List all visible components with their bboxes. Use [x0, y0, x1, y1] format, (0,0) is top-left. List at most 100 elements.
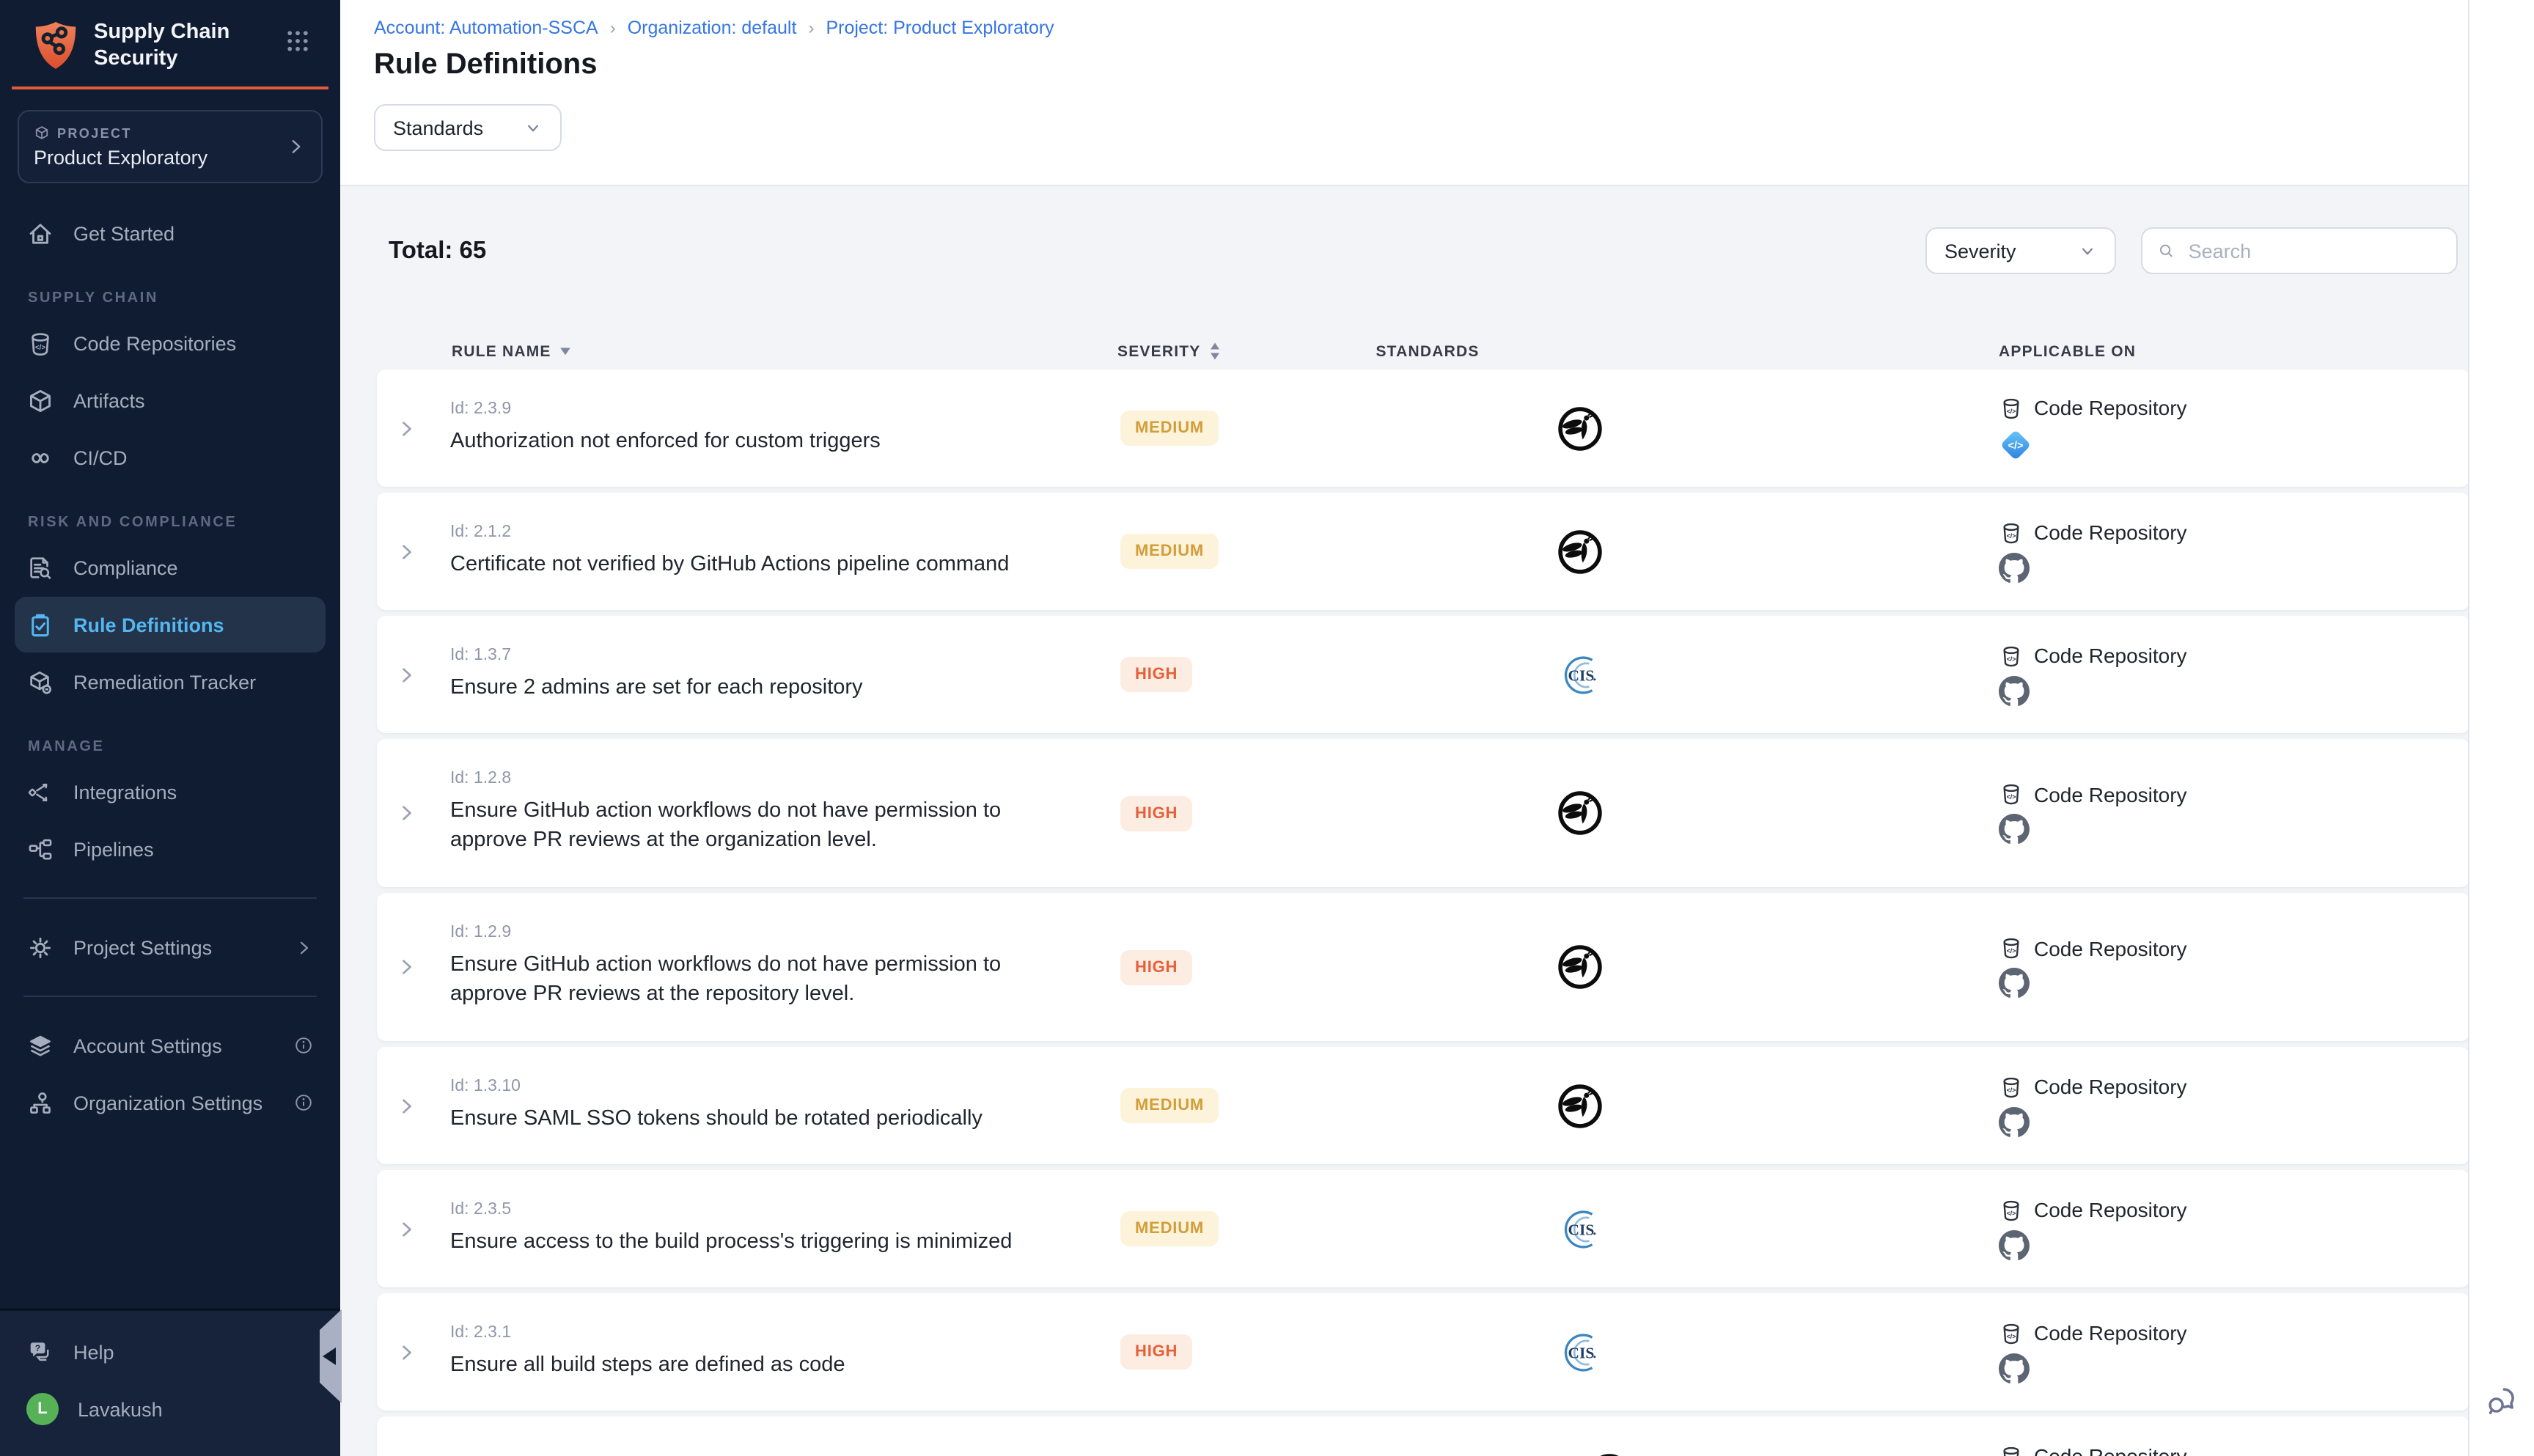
table-row[interactable]: Id: 1.3.10 Ensure SAML SSO tokens should … — [377, 1047, 2469, 1164]
box-wrench-icon — [26, 669, 54, 696]
column-applicable-on: APPLICABLE ON — [1755, 342, 2469, 360]
expand-chevron-icon[interactable] — [377, 956, 436, 978]
project-label: PROJECT — [34, 125, 286, 141]
total-count: Total: 65 — [389, 237, 486, 265]
code-repository-icon — [1999, 1197, 2024, 1222]
sidebar-item-pipelines[interactable]: Pipelines — [15, 822, 326, 878]
integrations-icon — [26, 779, 54, 806]
sidebar-item-artifacts[interactable]: Artifacts — [15, 373, 326, 429]
applicable-label: Code Repository — [2034, 782, 2187, 806]
expand-chevron-icon[interactable] — [377, 1341, 436, 1363]
cube-icon — [34, 125, 50, 141]
table-row[interactable]: Id: 1.2.9Ensure GitHub action workflows … — [377, 893, 2469, 1041]
expand-chevron-icon[interactable] — [377, 540, 436, 562]
section-label-supply-chain: SUPPLY CHAIN — [28, 291, 326, 307]
table-row[interactable]: Id: 2.3.5Ensure access to the build proc… — [377, 1170, 2469, 1287]
table-row[interactable]: Id: 1.2.8Ensure GitHub action workflows … — [377, 739, 2469, 887]
rule-name: Ensure 2 admins are set for each reposit… — [450, 674, 1060, 702]
chat-support-icon[interactable] — [2484, 1383, 2519, 1418]
page-title: Rule Definitions — [374, 48, 2446, 82]
user-name: Lavakush — [78, 1398, 163, 1420]
sidebar-item-code-repositories[interactable]: Code Repositories — [15, 316, 326, 372]
standards-dropdown[interactable]: Standards — [374, 104, 562, 151]
document-search-icon — [26, 554, 54, 582]
table-row[interactable]: Id: 2.1.2Certificate not verified by Git… — [377, 493, 2469, 610]
severity-badge: HIGH — [1120, 657, 1192, 692]
toolbar: Standards — [374, 104, 2446, 151]
sidebar-nav: Get Started SUPPLY CHAIN Code Repositori… — [0, 190, 340, 1309]
severity-badge: HIGH — [1120, 949, 1192, 985]
sidebar-item-compliance[interactable]: Compliance — [15, 540, 326, 596]
rule-id: Id: 2.3.1 — [450, 1323, 1060, 1341]
github-provider-icon — [1999, 552, 2030, 583]
sidebar-item-cicd[interactable]: CI/CD — [15, 430, 326, 486]
rule-name: Ensure SAML SSO tokens should be rotated… — [450, 1105, 1060, 1133]
sidebar-item-integrations[interactable]: Integrations — [15, 765, 326, 820]
filters: Severity — [1925, 227, 2458, 274]
table-row[interactable]: Id: 2.3.1Ensure all build steps are defi… — [377, 1293, 2469, 1411]
infinity-icon — [26, 444, 54, 472]
expand-chevron-icon[interactable] — [377, 1218, 436, 1240]
rule-name: Certificate not verified by GitHub Actio… — [450, 551, 1060, 579]
gear-icon — [26, 934, 54, 962]
sidebar-item-account-settings[interactable]: Account Settings — [15, 1018, 326, 1074]
rule-id: Id: 2.3.5 — [450, 1200, 1060, 1218]
sidebar-item-help[interactable]: ? Help — [15, 1324, 326, 1380]
table-row[interactable]: Id: 2.3.9Authorization not enforced for … — [377, 369, 2469, 487]
breadcrumb: Account: Automation-SSCA › Organization:… — [374, 18, 2446, 38]
github-provider-icon — [1999, 1229, 2030, 1260]
rule-table: Id: 2.3.9Authorization not enforced for … — [377, 369, 2469, 1456]
svg-text:?: ? — [35, 1342, 41, 1353]
breadcrumb-organization[interactable]: Organization: default — [628, 18, 797, 38]
sidebar-item-remediation-tracker[interactable]: Remediation Tracker — [15, 655, 326, 710]
expand-chevron-icon[interactable] — [377, 802, 436, 824]
breadcrumb-separator: › — [610, 18, 616, 38]
github-provider-icon — [1999, 814, 2030, 845]
table-row[interactable]: Id: 1.3.7 Ensure 2 admins are set for eac… — [377, 616, 2469, 733]
search-icon — [2157, 240, 2175, 261]
breadcrumb-account[interactable]: Account: Automation-SSCA — [374, 18, 598, 38]
harness-code-provider-icon — [1999, 427, 2032, 461]
user-menu[interactable]: L Lavakush — [15, 1381, 326, 1437]
applicable-label: Code Repository — [2034, 396, 2187, 419]
rule-name: Ensure GitHub action workflows do not ha… — [450, 952, 1060, 1010]
expand-chevron-icon[interactable] — [377, 663, 436, 685]
code-repository-icon — [1999, 1320, 2024, 1345]
expand-chevron-icon[interactable] — [377, 417, 436, 439]
app-title: Supply Chain Security — [94, 19, 284, 73]
severity-badge: HIGH — [1120, 1334, 1192, 1369]
artifact-box-icon — [26, 387, 54, 415]
applicable-label: Code Repository — [2034, 1321, 2187, 1345]
search-input[interactable] — [2186, 238, 2442, 263]
applicable-label: Code Repository — [2034, 521, 2187, 544]
code-repository-icon — [1999, 782, 2024, 806]
sidebar-item-project-settings[interactable]: Project Settings — [15, 920, 326, 976]
expand-chevron-icon[interactable] — [377, 1095, 436, 1117]
info-icon[interactable] — [293, 1093, 314, 1114]
rule-id: Id: 1.3.10 — [450, 1077, 1060, 1095]
rule-id: Id: 1.3.7 — [450, 646, 1060, 663]
info-icon[interactable] — [293, 1036, 314, 1056]
code-repository-icon — [1999, 643, 2024, 668]
chevron-right-icon — [295, 938, 314, 957]
collapse-arrow-icon — [323, 1347, 336, 1365]
chevron-right-icon — [286, 137, 306, 158]
table-header: RULE NAME SEVERITY STANDARDS APPLICABLE … — [377, 327, 2469, 359]
severity-badge: HIGH — [1120, 795, 1192, 831]
applicable-label: Code Repository — [2034, 644, 2187, 667]
project-selector[interactable]: PROJECT Product Exploratory — [18, 111, 323, 184]
sidebar-item-organization-settings[interactable]: Organization Settings — [15, 1076, 326, 1131]
breadcrumb-project[interactable]: Project: Product Exploratory — [826, 18, 1054, 38]
code-repository-icon — [1999, 1444, 2024, 1456]
column-severity[interactable]: SEVERITY — [1095, 342, 1403, 361]
layers-gear-icon — [26, 1032, 54, 1060]
sidebar-item-rule-definitions[interactable]: Rule Definitions — [15, 598, 326, 653]
apps-grid-icon[interactable] — [284, 28, 311, 54]
rule-name: Ensure GitHub action workflows do not ha… — [450, 798, 1060, 856]
sidebar-item-get-started[interactable]: Get Started — [15, 206, 326, 262]
severity-dropdown[interactable]: Severity — [1925, 227, 2116, 274]
github-provider-icon — [1999, 1353, 2030, 1383]
table-row[interactable]: Id: 1.1.9 HIGH Code Repository — [377, 1416, 2469, 1456]
cis-standard-icon — [1555, 1328, 1604, 1376]
column-rule-name[interactable]: RULE NAME — [436, 342, 1095, 360]
